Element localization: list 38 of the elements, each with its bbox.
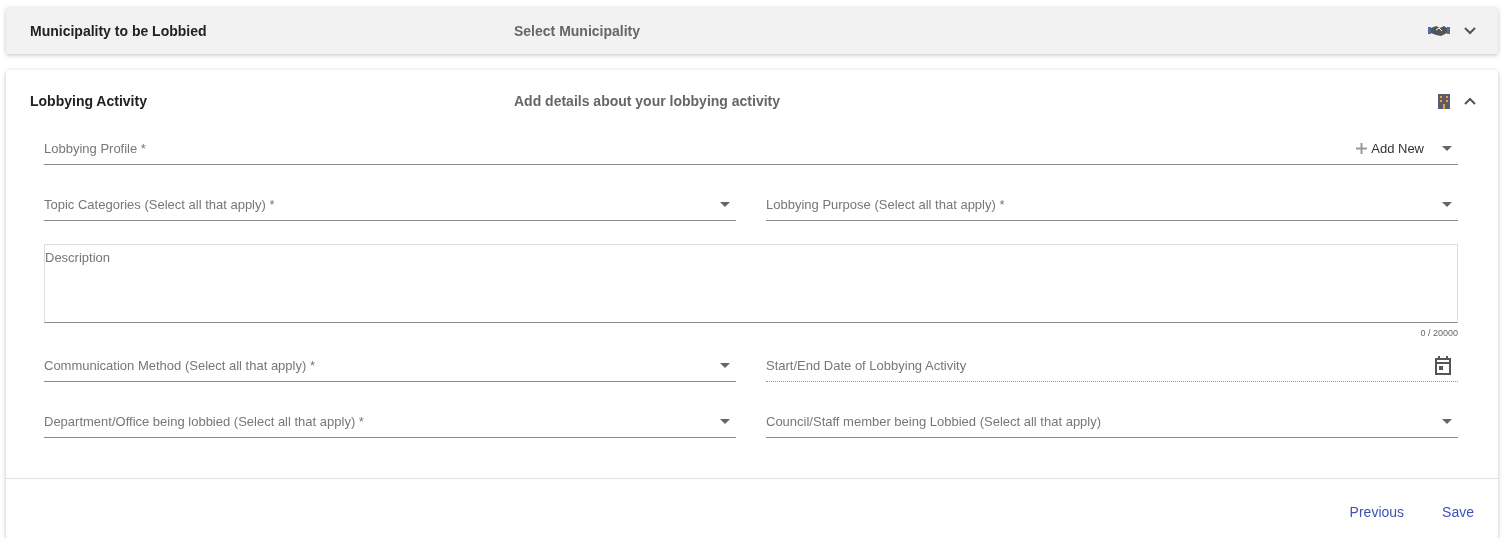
panel-subtitle: Select Municipality — [514, 23, 642, 39]
field-label: Lobbying Profile * — [44, 140, 147, 156]
dropdown-caret-icon[interactable] — [1442, 418, 1452, 424]
field-label: Start/End Date of Lobbying Activity — [766, 357, 968, 373]
field-label: Council/Staff member being Lobbied (Select all that apply) — [766, 413, 1103, 429]
dropdown-field[interactable]: Department/Office being lobbied (Select all that apply) * — [44, 405, 736, 438]
chevron-down-icon[interactable] — [1464, 27, 1476, 35]
dropdown-caret-icon[interactable] — [1442, 145, 1452, 151]
panel-header[interactable]: Municipality to be Lobbied Select Municipality — [6, 8, 1498, 54]
chevron-up-icon[interactable] — [1464, 97, 1476, 105]
dropdown-caret-icon[interactable] — [720, 362, 730, 368]
add-new-button[interactable]: Add New — [1356, 140, 1424, 156]
dropdown-field[interactable]: Lobbying Purpose (Select all that apply) * — [766, 188, 1458, 221]
dropdown-caret-icon[interactable] — [720, 418, 730, 424]
dropdown-field[interactable]: Lobbying Profile * Add New — [44, 132, 1458, 165]
text-area-field[interactable]: Description — [44, 244, 1458, 323]
panel-header[interactable]: Lobbying Activity Add details about your lobbying activity — [6, 70, 1498, 132]
building-icon — [1438, 93, 1450, 109]
dropdown-caret-icon[interactable] — [720, 201, 730, 207]
dropdown-field[interactable]: Council/Staff member being Lobbied (Select all that apply) — [766, 405, 1458, 438]
field-label: Department/Office being lobbied (Select all that apply) * — [44, 413, 365, 429]
calendar-icon[interactable] — [1434, 355, 1452, 375]
dropdown-field[interactable]: Topic Categories (Select all that apply) * — [44, 188, 736, 221]
text-button[interactable]: Previous — [1349, 504, 1405, 520]
field-label: Topic Categories (Select all that apply) * — [44, 196, 276, 212]
field-label: Lobbying Purpose (Select all that apply) * — [766, 196, 1006, 212]
panel-title: Lobbying Activity — [30, 93, 148, 109]
handshake-icon — [1428, 25, 1450, 37]
panel-title: Municipality to be Lobbied — [30, 23, 208, 39]
date-range-field[interactable]: Start/End Date of Lobbying Activity — [766, 349, 1458, 382]
plus-icon — [1356, 142, 1368, 154]
character-counter: 0 / 20000 — [1419, 328, 1458, 338]
field-label: Description — [45, 250, 111, 265]
field-label: Communication Method (Select all that apply) * — [44, 357, 316, 373]
dropdown-caret-icon[interactable] — [1442, 201, 1452, 207]
panel-subtitle: Add details about your lobbying activity — [514, 93, 782, 109]
text-button[interactable]: Save — [1442, 504, 1474, 520]
dropdown-field[interactable]: Communication Method (Select all that apply) * — [44, 349, 736, 382]
